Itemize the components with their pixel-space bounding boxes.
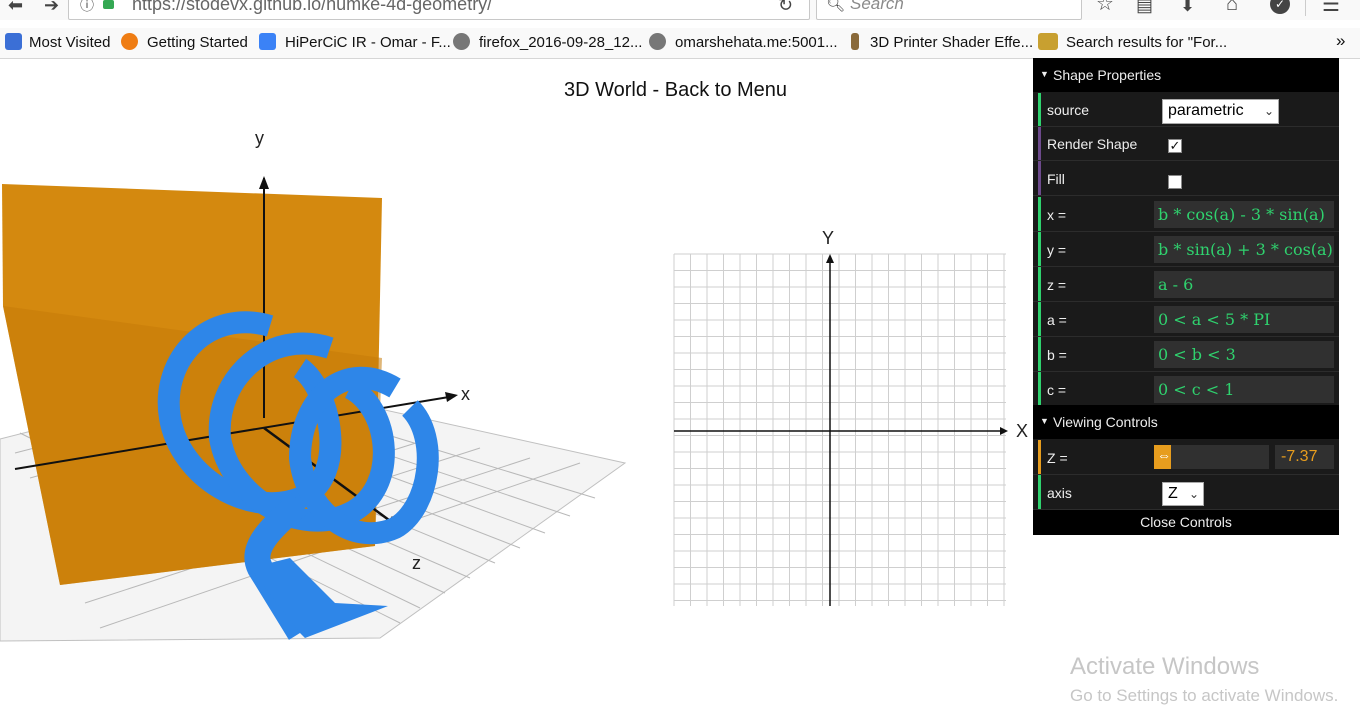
render-shape-label: Render Shape [1047,136,1138,152]
y-axis-arrow [259,176,269,189]
reload-icon[interactable]: ↻ [778,0,793,14]
z-slider-label: Z = [1047,450,1068,466]
equation-input-a[interactable]: 0 < a < 5 * PI [1154,306,1334,333]
google-docs-icon [259,33,276,50]
equation-input-x[interactable]: b * cos(a) - 3 * sin(a) [1154,201,1334,228]
bookmark-3d-printer-shader[interactable]: 3D Printer Shader Effe... [870,34,1033,51]
fill-label: Fill [1047,171,1065,187]
row-accent [1038,197,1041,231]
equation-row-c: c = 0 < c < 1 [1033,372,1339,407]
bookmark-firefox-screenshot[interactable]: firefox_2016-09-28_12... [479,34,642,51]
figure-icon [851,33,859,50]
x-axis-arrow [445,392,458,402]
shape-properties-title: Shape Properties [1053,67,1162,83]
bookmark-hipercic[interactable]: HiPerCiC IR - Omar - F... [285,34,451,51]
viewing-controls-title: Viewing Controls [1053,414,1158,430]
equation-input-c[interactable]: 0 < c < 1 [1154,376,1334,403]
row-accent [1038,475,1041,509]
equation-input-z[interactable]: a - 6 [1154,271,1334,298]
equation-input-b[interactable]: 0 < b < 3 [1154,341,1334,368]
url-text[interactable]: https://stodevx.github.io/numke-4d-geome… [132,0,492,15]
bookmark-getting-started[interactable]: Getting Started [147,34,248,51]
close-controls-button[interactable]: Close Controls [1033,514,1339,530]
render-shape-row: Render Shape ✓ [1033,127,1339,161]
equation-row-y: y = b * sin(a) + 3 * cos(a) [1033,232,1339,267]
equation-label-b: b = [1047,347,1067,363]
equation-label-c: c = [1047,382,1067,398]
z-value-input[interactable]: -7.37 [1275,445,1334,469]
equation-row-a: a = 0 < a < 5 * PI [1033,302,1339,337]
caret-down-icon: ▼ [1040,69,1049,79]
2d-y-axis-label: Y [822,228,835,248]
source-select[interactable]: parametric ⌄ [1162,99,1279,124]
source-label: source [1047,102,1090,118]
3d-viewport[interactable] [0,58,640,703]
lock-icon [103,0,114,9]
toolbar-divider [1305,0,1306,16]
render-shape-checkbox[interactable]: ✓ [1168,139,1182,153]
activate-windows-title: Activate Windows [1070,653,1260,680]
menu-icon[interactable]: ☰ [1322,0,1340,15]
globe-icon [649,33,666,50]
equation-label-a: a = [1047,312,1067,328]
2d-grid [673,253,1006,606]
shape-properties-header[interactable]: ▼ Shape Properties [1033,58,1339,92]
equation-row-b: b = 0 < b < 3 [1033,337,1339,372]
resize-cursor-icon: ⇔ [1157,447,1171,463]
home-icon[interactable]: ⌂ [1226,0,1238,14]
source-row: source parametric ⌄ [1033,93,1339,127]
row-accent [1038,232,1041,266]
row-accent [1038,440,1041,474]
axis-label: axis [1047,485,1072,501]
bookmark-most-visited[interactable]: Most Visited [29,34,110,51]
row-accent [1038,161,1041,195]
z-slider-row: Z = ⇔ -7.37 [1033,440,1339,475]
bookmark-search-results[interactable]: Search results for "For... [1066,34,1227,51]
2d-y-axis-arrow [826,254,834,263]
row-accent [1038,302,1041,336]
equation-label-x: x = [1047,207,1067,223]
equation-input-y[interactable]: b * sin(a) + 3 * cos(a) [1154,236,1334,263]
axis-row: axis Z ⌄ [1033,475,1339,510]
2d-x-axis-label: X [1016,421,1029,441]
z-slider-track[interactable]: ⇔ [1154,445,1269,469]
axis-select-value: Z [1168,485,1178,502]
caret-down-icon: ▼ [1040,416,1049,426]
bookmarks-overflow-icon[interactable]: » [1336,31,1345,51]
bookmark-star-icon[interactable]: ☆ [1096,0,1114,14]
search-placeholder: Search [850,0,904,13]
row-accent [1038,93,1041,126]
row-accent [1038,267,1041,301]
equation-row-x: x = b * cos(a) - 3 * sin(a) [1033,197,1339,232]
bookmark-omarshehata[interactable]: omarshehata.me:5001... [675,34,838,51]
back-icon[interactable]: ⬅ [8,0,23,14]
chevron-down-icon: ⌄ [1188,487,1199,501]
3d-y-axis-label: y [255,128,264,148]
globe-icon [453,33,470,50]
viewing-controls-header[interactable]: ▼ Viewing Controls [1033,405,1339,439]
row-accent [1038,337,1041,371]
forward-icon[interactable]: ➔ [44,0,59,14]
row-accent [1038,127,1041,160]
firefox-icon [121,33,138,50]
fill-checkbox[interactable] [1168,175,1182,189]
3d-x-axis-label: x [461,384,470,404]
site-icon [1038,33,1058,50]
search-icon: 🔍︎ [826,0,846,13]
bookmark-folder-icon [5,33,22,50]
row-accent [1038,372,1041,406]
fill-row: Fill [1033,161,1339,196]
3d-z-axis-label: z [412,553,421,573]
chevron-down-icon: ⌄ [1263,104,1274,118]
2d-viewport[interactable] [670,240,1015,610]
info-icon[interactable]: ⓘ [80,0,94,14]
source-select-value: parametric [1168,102,1244,119]
axis-select[interactable]: Z ⌄ [1162,482,1204,506]
reader-list-icon[interactable]: ▤ [1136,0,1153,14]
activate-windows-subtitle: Go to Settings to activate Windows. [1070,686,1339,705]
download-icon[interactable]: ⬇ [1180,0,1195,14]
equation-row-z: z = a - 6 [1033,267,1339,302]
equation-label-z: z = [1047,277,1067,293]
equation-label-y: y = [1047,242,1067,258]
